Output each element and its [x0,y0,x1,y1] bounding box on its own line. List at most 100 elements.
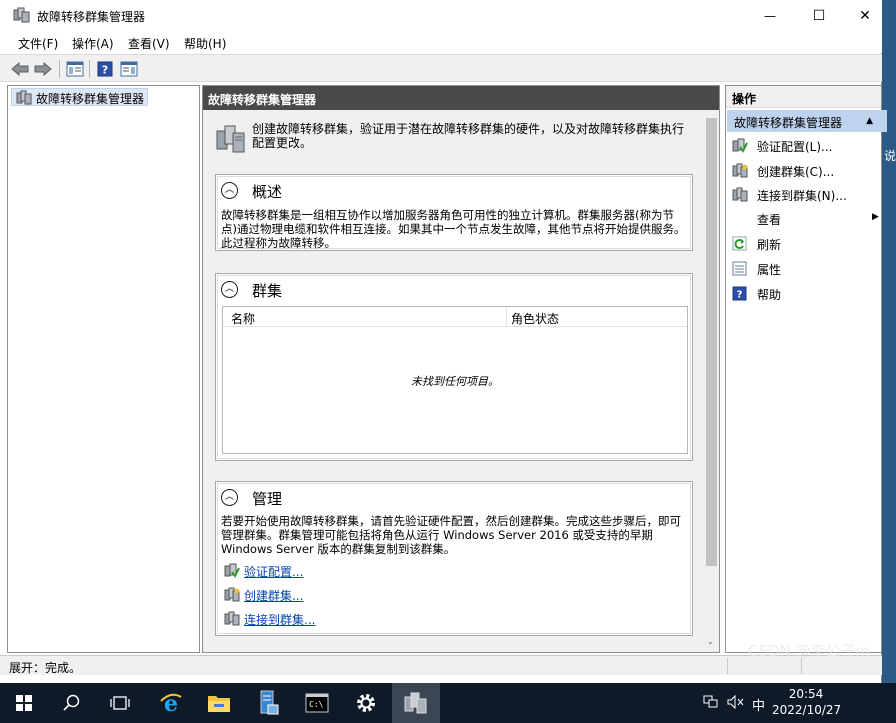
intro-description: 创建故障转移群集，验证用于潜在故障转移群集的硬件，以及对故障转移群集执行配置更改… [252,122,685,150]
show-hide-console-tree-icon [66,61,84,77]
action-label: 查看 [757,213,782,227]
close-button[interactable]: ✕ [842,0,888,31]
connect-cluster-icon [224,611,240,629]
column-header-name[interactable]: 名称 [231,310,255,327]
collapse-overview-button[interactable]: ︿ [221,182,238,199]
collapse-triangle-icon: ▲ [866,116,873,126]
back-button[interactable] [10,59,30,79]
menu-view[interactable]: 查看(V) [128,35,170,52]
scrollbar-thumb[interactable] [706,118,717,566]
desktop-background: 说 [882,0,896,683]
validate-config-link[interactable]: 验证配置... [224,563,303,580]
create-cluster-link[interactable]: 创建群集... [224,587,303,604]
toolbar: ? [0,54,882,82]
refresh-icon [732,236,747,254]
file-explorer-icon [208,696,230,712]
show-hide-tree-button[interactable] [65,59,85,79]
internet-explorer-icon: e [160,691,182,715]
toolbar-separator [89,60,90,78]
action-refresh[interactable]: 刷新 [732,236,781,254]
command-prompt-icon: C:\ [305,693,329,713]
validate-config-icon [224,563,240,581]
collapse-management-button[interactable]: ︿ [221,489,238,506]
watermark-text: CSDN @李公子m [748,642,871,660]
action-validate-config[interactable]: 验证配置(L)... [732,138,833,156]
cluster-servers-icon [215,123,247,158]
validate-config-label: 验证配置... [244,565,304,579]
action-label: 属性 [757,263,782,277]
help-toolbar-button[interactable]: ? [95,59,115,79]
failover-cluster-manager-icon [404,692,427,714]
failover-cluster-manager-taskbar-button[interactable] [392,683,440,723]
volume-muted-icon[interactable] [727,694,745,713]
menu-action[interactable]: 操作(A) [72,35,114,52]
validate-config-icon [732,138,748,156]
status-divider [727,658,728,674]
clock-date: 2022/10/27 [772,703,842,717]
menu-help[interactable]: 帮助(H) [184,35,226,52]
management-text: 若要开始使用故障转移群集，请首先验证硬件配置，然后创建群集。完成这些步骤后，即可… [221,514,681,556]
empty-list-message: 未找到任何项目。 [411,375,499,388]
show-hide-action-pane-icon [120,61,138,77]
maximize-button[interactable]: ☐ [796,0,842,31]
task-view-icon [110,696,130,710]
window-title: 故障转移群集管理器 [37,10,146,24]
action-view-submenu[interactable]: 查看 ▶ [732,211,879,229]
tree-node-failover-cluster-manager[interactable]: 故障转移群集管理器 [11,88,149,106]
title-bar[interactable]: 故障转移群集管理器 — ☐ ✕ [0,0,882,31]
action-help[interactable]: ? 帮助 [732,286,781,304]
scroll-down-icon[interactable]: ⌄ [707,637,714,646]
show-hide-action-pane-button[interactable] [119,59,139,79]
clock-time: 20:54 [788,687,824,701]
windows-start-icon [16,695,32,711]
search-button[interactable] [48,683,96,723]
management-title: 管理 [252,490,283,508]
actions-header: 操作 [726,86,881,108]
create-cluster-label: 创建群集... [244,589,304,603]
minimize-button[interactable]: — [747,0,793,31]
actions-section-label: 故障转移群集管理器 [734,116,843,130]
chevron-up-icon: ︿ [224,492,234,502]
file-explorer-button[interactable] [195,683,243,723]
svg-text:?: ? [737,290,743,301]
action-label: 帮助 [757,288,782,302]
taskbar: e C:\ 中 20:54 2022/10/27 [0,683,896,723]
column-header-role-status[interactable]: 角色状态 [511,310,559,327]
clusters-list-header: 名称 角色状态 [223,307,687,327]
console-tree: 故障转移群集管理器 [7,85,200,653]
svg-text:C:\: C:\ [309,700,324,709]
task-view-button[interactable] [96,683,144,723]
start-button[interactable] [0,683,48,723]
connect-cluster-label: 连接到群集... [244,613,316,627]
maximize-icon: ☐ [812,7,826,24]
internet-explorer-button[interactable]: e [147,683,195,723]
action-properties[interactable]: 属性 [732,261,781,279]
actions-section-header[interactable]: 故障转移群集管理器 ▲ [727,110,887,132]
desktop-edge-text: 说 [884,149,896,163]
action-label: 连接到群集(N)... [757,189,847,203]
action-create-cluster[interactable]: 创建群集(C)... [732,163,834,181]
overview-title: 概述 [252,183,283,201]
connect-cluster-link[interactable]: 连接到群集... [224,611,315,628]
network-icon[interactable] [703,695,719,713]
settings-button[interactable] [342,683,390,723]
forward-button[interactable] [33,59,53,79]
column-divider[interactable] [506,307,507,327]
connect-cluster-icon [732,187,748,205]
create-cluster-icon [224,587,240,605]
action-connect-cluster[interactable]: 连接到群集(N)... [732,187,847,205]
server-manager-icon [260,690,279,715]
server-manager-button[interactable] [244,683,292,723]
menu-file[interactable]: 文件(F) [18,35,58,52]
submenu-arrow-icon: ▶ [872,212,879,222]
center-scrollbar[interactable]: ⌄ [703,110,719,652]
action-label: 刷新 [757,238,782,252]
clusters-list[interactable]: 名称 角色状态 未找到任何项目。 [222,306,688,454]
center-pane: 故障转移群集管理器 创建故障转移群集，验证用于潜在故障转移群集的硬件，以及对故障… [202,85,720,653]
command-prompt-button[interactable]: C:\ [293,683,341,723]
collapse-clusters-button[interactable]: ︿ [221,281,238,298]
ime-indicator[interactable]: 中 [752,695,765,714]
taskbar-clock[interactable]: 20:54 2022/10/27 [772,686,842,718]
clusters-panel: ︿ 群集 名称 角色状态 未找到任何项目。 [215,273,693,461]
center-pane-header: 故障转移群集管理器 [203,86,719,110]
